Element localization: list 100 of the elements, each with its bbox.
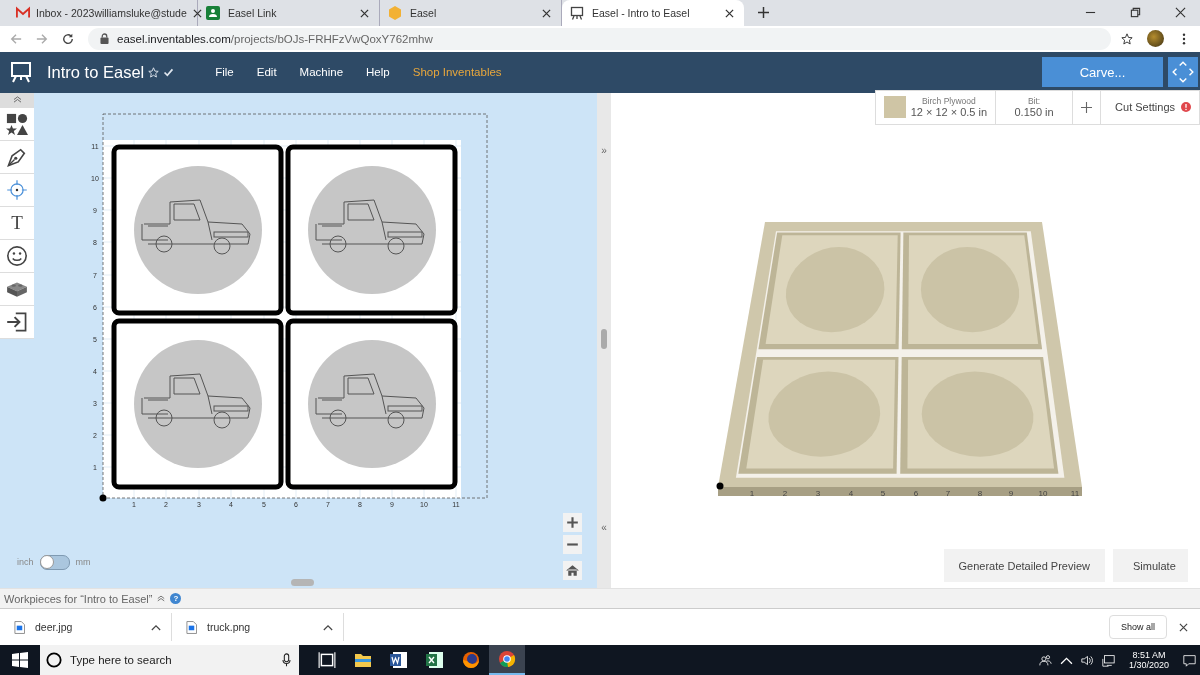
browser-tab[interactable]: Easel - Intro to Easel: [562, 0, 744, 26]
new-tab-icon[interactable]: [758, 7, 769, 18]
word-icon[interactable]: [390, 651, 408, 669]
axis-label: 11: [1070, 488, 1080, 498]
star-icon[interactable]: [1121, 32, 1133, 45]
show-all-button[interactable]: Show all: [1109, 615, 1167, 640]
close-icon[interactable]: [725, 8, 734, 18]
axis-label: 9: [1008, 488, 1014, 498]
tool-button[interactable]: [0, 272, 34, 306]
collapse-toggle[interactable]: «: [601, 522, 607, 534]
unit-label: mm: [75, 557, 91, 568]
close-icon[interactable]: [1179, 622, 1188, 632]
zoom-in-icon[interactable]: [563, 512, 582, 532]
truck-coaster-drawing[interactable]: [285, 144, 458, 316]
menu-item[interactable]: File: [215, 66, 234, 79]
material-selector[interactable]: Birch Plywood 12 × 12 × 0.5 in: [875, 90, 997, 124]
axis-label: 2: [782, 488, 788, 498]
close-icon[interactable]: [542, 8, 551, 18]
network-icon[interactable]: [1101, 653, 1115, 667]
menu-item[interactable]: Edit: [256, 66, 277, 79]
notification-icon[interactable]: [1183, 653, 1196, 667]
tool-button[interactable]: T: [0, 206, 34, 240]
tool-button[interactable]: [0, 107, 34, 141]
truck-coaster-drawing[interactable]: [111, 144, 284, 316]
chrome-icon: [498, 650, 516, 668]
axis-label: 4: [848, 488, 854, 498]
reload-icon[interactable]: [62, 32, 74, 45]
unit-toggle[interactable]: [39, 554, 70, 570]
zoom-out-icon[interactable]: [563, 534, 582, 554]
shop-link[interactable]: Shop Inventables: [412, 66, 502, 79]
help-button[interactable]: ?: [170, 593, 182, 605]
firefox-icon[interactable]: [462, 651, 480, 669]
arrows-icon: [1171, 60, 1195, 85]
download-item[interactable]: truck.png: [172, 613, 344, 642]
windows-logo-icon[interactable]: [12, 652, 28, 668]
avatar[interactable]: [1147, 30, 1164, 48]
browser-tab[interactable]: Easel Link: [198, 0, 380, 26]
project-title: Intro to Easel: [47, 62, 145, 82]
check-icon: [163, 66, 175, 78]
mail-icon: [16, 6, 30, 20]
detailed-preview-button[interactable]: Generate Detailed Preview: [943, 549, 1105, 583]
scrollbar-thumb[interactable]: [291, 578, 314, 586]
home-icon[interactable]: [563, 560, 582, 580]
tab-title: Inbox - 2023williamsluke@stude: [36, 7, 187, 19]
easel-icon[interactable]: [10, 61, 32, 84]
axis-label: 7: [945, 488, 951, 498]
browser-tab[interactable]: Easel: [380, 0, 562, 26]
tab-title: Easel: [410, 7, 438, 19]
image-file-icon: [186, 620, 197, 634]
cut-settings-button[interactable]: Cut Settings: [1101, 90, 1199, 124]
close-icon[interactable]: [360, 8, 369, 18]
caret-icon[interactable]: [323, 623, 333, 631]
smiley-icon: [6, 244, 28, 267]
truck-coaster-drawing[interactable]: [285, 318, 458, 490]
tab-title: Easel Link: [228, 7, 278, 19]
import-icon: [6, 310, 28, 333]
address-field[interactable]: easel.inventables.com/projects/bOJs-FRHFzVwQoxY762mhw: [88, 27, 1111, 50]
hexagon-icon: [388, 6, 402, 20]
axis-label: 6: [913, 488, 919, 498]
chrome-taskbar-button[interactable]: [489, 645, 525, 675]
people-icon[interactable]: [1038, 653, 1052, 667]
plus-icon: [1081, 101, 1093, 113]
circle-icon: [46, 652, 62, 668]
target-icon: [6, 178, 28, 201]
origin-dot: [99, 494, 107, 502]
task-view-icon[interactable]: [318, 651, 336, 669]
simulate-button[interactable]: Simulate: [1113, 549, 1188, 583]
material-name: Birch Plywood: [921, 96, 976, 107]
menu-item[interactable]: Help: [366, 66, 390, 79]
taskbar-search-field[interactable]: Type here to search: [40, 645, 299, 675]
browser-tab[interactable]: Inbox - 2023williamsluke@stude: [8, 0, 198, 26]
chevron-up-icon: [12, 96, 22, 104]
tool-button[interactable]: [0, 239, 34, 273]
excel-icon[interactable]: [426, 651, 444, 669]
truck-coaster-drawing[interactable]: [111, 318, 284, 490]
scrollbar-thumb[interactable]: [601, 329, 607, 349]
unit-label: inch: [17, 557, 34, 568]
close-icon[interactable]: [192, 8, 202, 18]
workpieces-title: Workpieces for “Intro to Easel”: [4, 592, 153, 605]
axis-label: 1: [749, 488, 755, 498]
tool-button[interactable]: [0, 140, 34, 174]
volume-icon[interactable]: [1080, 653, 1094, 667]
tool-button[interactable]: [0, 305, 34, 339]
bit-selector[interactable]: Bit: 0.150 in: [996, 90, 1074, 124]
lock-icon: [100, 33, 109, 45]
caret-icon[interactable]: [151, 623, 161, 631]
menu-item[interactable]: Machine: [299, 66, 344, 79]
folder-icon[interactable]: [354, 651, 372, 669]
collapse-toggle[interactable]: »: [601, 144, 607, 156]
expand-button[interactable]: [1168, 57, 1198, 88]
download-item[interactable]: deer.jpg: [0, 613, 172, 642]
image-file-icon: [14, 620, 25, 634]
close-icon[interactable]: [1175, 7, 1186, 18]
tab-title: Easel - Intro to Easel: [592, 7, 691, 19]
axis-label: 10: [1038, 488, 1048, 498]
axis-label: 5: [880, 488, 886, 498]
axis-label: 8: [977, 488, 983, 498]
axis-label: 3: [815, 488, 821, 498]
shapes-icon: [6, 112, 28, 135]
restore-icon[interactable]: [1130, 7, 1141, 18]
